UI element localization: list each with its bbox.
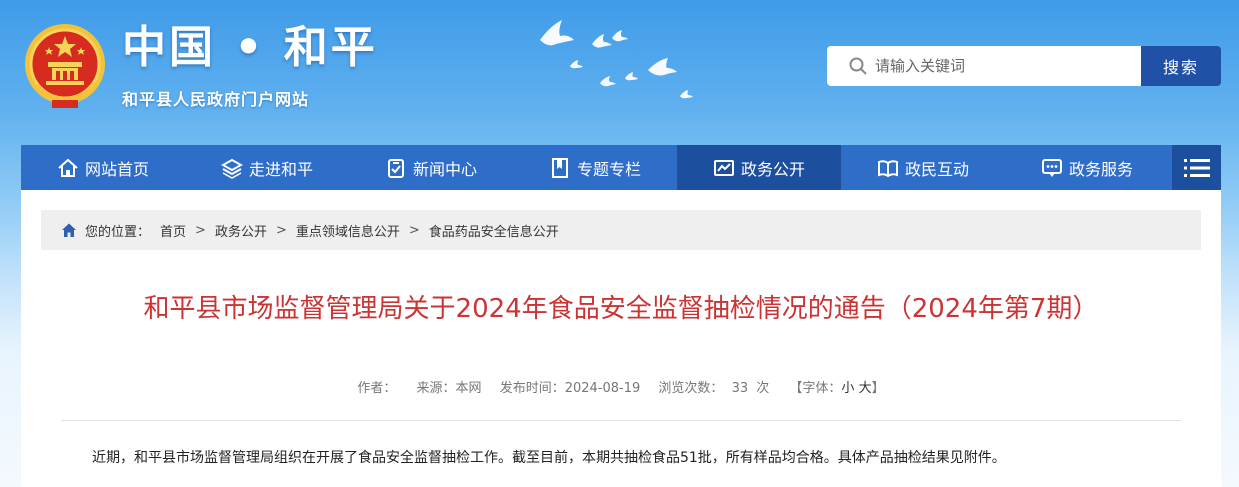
article-body: 近期，和平县市场监督管理局组织在开展了食品安全监督抽检工作。截至目前，本期共抽检…	[92, 450, 1006, 466]
content-panel: 您的位置： 首页 > 政务公开 > 重点领域信息公开 > 食品药品安全信息公开 …	[21, 190, 1221, 487]
nav-item-label: 政务公开	[740, 159, 805, 179]
search-icon	[849, 57, 867, 75]
nav-item-label: 走进和平	[248, 159, 313, 179]
bookmark-icon	[551, 157, 568, 178]
font-size-close: 】	[871, 381, 885, 396]
breadcrumb-item-key-areas[interactable]: 重点领域信息公开	[296, 221, 400, 240]
article-title: 和平县市场监督管理局关于2024年食品安全监督抽检情况的通告（2024年第7期）	[143, 294, 1099, 324]
site-header: 中国 • 和平 和平县人民政府门户网站 搜索	[0, 0, 1239, 145]
breadcrumb-separator: >	[408, 222, 420, 238]
main-nav: 网站首页 走进和平 新闻中心 专题专栏 政务公开 政民互动 政务服务	[21, 145, 1221, 190]
nav-item-label: 政务服务	[1068, 159, 1133, 179]
home-icon	[58, 158, 78, 177]
search-input[interactable]	[875, 46, 1125, 86]
breadcrumb-item-home[interactable]: 首页	[160, 221, 186, 240]
document-check-icon	[387, 158, 404, 178]
publish-date: 发布时间：2024-08-19	[499, 381, 641, 396]
nav-item-special[interactable]: 专题专栏	[513, 145, 677, 190]
font-small-button[interactable]: 小	[841, 381, 854, 396]
nav-more-button[interactable]	[1172, 145, 1221, 190]
nav-item-service[interactable]: 政务服务	[1005, 145, 1169, 190]
breadcrumb-item-food-drug[interactable]: 食品药品安全信息公开	[429, 221, 559, 240]
article-meta: 作者： 来源：本网 发布时间：2024-08-19 浏览次数： 33 次 【字体…	[21, 377, 1221, 396]
nav-item-gov-open[interactable]: 政务公开	[677, 145, 841, 190]
breadcrumb-label: 您的位置：	[85, 224, 151, 240]
breadcrumb: 您的位置： 首页 > 政务公开 > 重点领域信息公开 > 食品药品安全信息公开	[41, 210, 1201, 250]
breadcrumb-separator: >	[195, 222, 206, 238]
layers-icon	[220, 158, 243, 179]
national-emblem-icon[interactable]	[22, 22, 108, 112]
nav-item-label: 新闻中心	[412, 159, 477, 179]
nav-item-news[interactable]: 新闻中心	[349, 145, 513, 190]
views-label: 浏览次数：	[658, 381, 724, 396]
menu-icon	[1183, 158, 1210, 177]
font-size-label: 【字体：	[789, 381, 842, 396]
font-large-button[interactable]: 大	[859, 381, 872, 396]
search-box	[827, 46, 1141, 86]
nav-item-home[interactable]: 网站首页	[21, 145, 185, 190]
site-title: 中国 • 和平	[122, 22, 378, 73]
book-icon	[877, 159, 898, 177]
chat-icon	[1041, 158, 1062, 177]
breadcrumb-item-gov-open[interactable]: 政务公开	[215, 221, 267, 240]
views-count: 33	[731, 381, 749, 396]
divider	[61, 420, 1181, 421]
nav-item-label: 网站首页	[84, 159, 149, 179]
nav-item-label: 专题专栏	[576, 159, 641, 179]
source-label: 来源：本网	[416, 381, 482, 396]
search-button[interactable]: 搜索	[1141, 46, 1221, 86]
doves-decoration-icon	[540, 20, 693, 99]
nav-item-label: 政民互动	[904, 159, 969, 179]
views-unit: 次	[756, 381, 770, 396]
chart-icon	[713, 159, 734, 176]
author-label: 作者：	[357, 381, 397, 396]
breadcrumb-separator: >	[275, 222, 287, 238]
nav-item-about[interactable]: 走进和平	[185, 145, 349, 190]
site-subtitle: 和平县人民政府门户网站	[122, 90, 310, 109]
home-icon	[62, 223, 76, 237]
nav-item-interaction[interactable]: 政民互动	[841, 145, 1005, 190]
